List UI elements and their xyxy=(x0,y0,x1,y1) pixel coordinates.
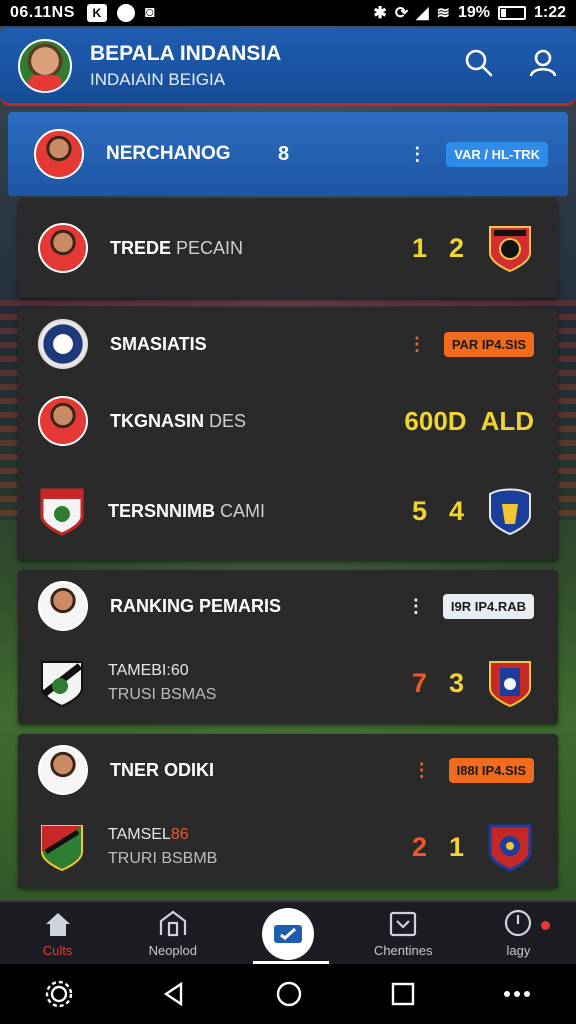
score-away: 3 xyxy=(448,667,464,698)
battery-percent: 19% xyxy=(457,4,490,21)
row-badge[interactable]: I9R IP4.RAB xyxy=(442,593,534,619)
detail-line-2: TRUSI BSMAS xyxy=(108,686,217,703)
score-home: 2 xyxy=(411,831,427,862)
row-label: TREDE PECAIN xyxy=(110,237,244,258)
score-home: 5 xyxy=(411,495,427,526)
team-crest-icon xyxy=(489,226,531,273)
featured-player-name: NERCHANOG xyxy=(106,143,231,164)
match-card[interactable]: SMASIATIS ⋮ PAR IP4.SIS TKGNASIN DES 600… xyxy=(18,308,558,560)
app-logo-avatar[interactable] xyxy=(18,38,72,93)
detail-line-1: TAMSEL86 xyxy=(108,826,189,843)
team-crest-icon xyxy=(488,824,532,872)
row-label: RANKING PEMARIS xyxy=(110,595,282,616)
bluetooth-icon: ✱ xyxy=(373,5,387,22)
match-details: TAMEBI:60 TRUSI BSMAS xyxy=(108,659,216,707)
search-icon[interactable] xyxy=(464,48,494,83)
nav-item-home[interactable]: Cults xyxy=(0,911,115,964)
app-header: BEPALA INDANSIA INDAIAIN BEIGIA xyxy=(0,28,576,106)
score-away: ALD xyxy=(480,405,534,436)
system-navigation-bar xyxy=(0,964,576,1024)
status-bar: 06.11NS K ◙ ✱ ⟳ ◢ ≋ 19% 1:22 xyxy=(0,0,576,26)
notification-circle-icon xyxy=(116,4,135,22)
header-titles: BEPALA INDANSIA INDAIAIN BEIGIA xyxy=(90,42,281,90)
detail-line-1: TAMEBI:60 xyxy=(108,662,189,679)
header-subtitle: INDAIAIN BEIGIA xyxy=(90,69,226,89)
score-away: 2 xyxy=(448,232,464,263)
list-item[interactable]: TAMSEL86 TRURI BSBMB 2 1 xyxy=(18,806,558,888)
team-crest-icon xyxy=(41,661,83,708)
list-item[interactable]: TNER ODIKI ⋮ I88I IP4.SIS xyxy=(18,734,558,806)
team-crest-icon xyxy=(40,488,84,536)
score-away: 4 xyxy=(448,495,464,526)
nav-item-neoplod[interactable]: Neoplod xyxy=(115,909,230,964)
score-away: 1 xyxy=(448,831,464,862)
featured-player-row[interactable]: NERCHANOG 8 ⋮ VAR / HL-TRK xyxy=(8,112,568,196)
team-crest-icon xyxy=(489,661,531,708)
league-logo-icon xyxy=(38,319,88,369)
list-item[interactable]: TERSNNIMB CAMI 5 4 xyxy=(18,462,558,560)
nav-label: Neoplod xyxy=(148,943,198,958)
player-avatar xyxy=(38,581,88,631)
more-options-icon[interactable]: ⋮ xyxy=(408,144,426,165)
back-icon[interactable] xyxy=(161,981,187,1007)
home-icon xyxy=(45,913,70,936)
nav-item-chentines[interactable]: Chentines xyxy=(346,911,461,964)
row-badge[interactable]: PAR IP4.SIS xyxy=(443,331,534,357)
clock-icon xyxy=(505,909,532,937)
settings-gear-icon[interactable] xyxy=(44,979,74,1009)
featured-badge[interactable]: VAR / HL-TRK xyxy=(446,141,548,167)
team-crest-icon xyxy=(41,825,83,872)
featured-player-number: 8 xyxy=(278,142,290,165)
score-home: 1 xyxy=(411,232,427,263)
profile-icon[interactable] xyxy=(528,48,558,83)
match-card[interactable]: TNER ODIKI ⋮ I88I IP4.SIS TAMSEL86 TRURI… xyxy=(18,734,558,888)
wifi-icon: ≋ xyxy=(436,5,450,22)
more-options-icon[interactable]: ⋮ xyxy=(407,596,425,617)
recents-icon[interactable] xyxy=(391,982,415,1006)
building-icon xyxy=(159,910,186,937)
header-title: BEPALA INDANSIA xyxy=(90,41,282,65)
player-avatar xyxy=(34,129,84,179)
inbox-icon xyxy=(390,911,417,937)
list-item[interactable]: SMASIATIS ⋮ PAR IP4.SIS xyxy=(18,308,558,380)
notification-dot xyxy=(541,921,551,930)
list-item[interactable]: RANKING PEMARIS ⋮ I9R IP4.RAB xyxy=(18,570,558,642)
signal-icon: ◢ xyxy=(416,5,429,22)
row-label: SMASIATIS xyxy=(110,333,207,354)
nav-label: Chentines xyxy=(373,943,433,958)
row-badge[interactable]: I88I IP4.SIS xyxy=(448,757,534,783)
sync-icon: ⟳ xyxy=(394,5,409,22)
match-card[interactable]: TREDE PECAIN 1 2 xyxy=(18,198,558,298)
player-avatar xyxy=(38,223,88,273)
team-crest-icon xyxy=(489,488,531,536)
nav-item-lagy[interactable]: lagy xyxy=(461,909,576,964)
row-label: TERSNNIMB CAMI xyxy=(108,500,266,521)
row-label: TKGNASIN DES xyxy=(110,410,247,431)
status-time: 06.11NS xyxy=(10,4,75,21)
row-label: TNER ODIKI xyxy=(110,759,215,780)
player-avatar xyxy=(38,396,88,446)
score-home: 7 xyxy=(411,667,427,698)
match-card[interactable]: RANKING PEMARIS ⋮ I9R IP4.RAB TAMEBI:60 … xyxy=(18,570,558,724)
home-button-icon[interactable] xyxy=(275,980,303,1008)
list-item[interactable]: TKGNASIN DES 600D ALD xyxy=(18,380,558,462)
more-dots-icon[interactable] xyxy=(502,988,532,1000)
list-item[interactable]: TAMEBI:60 TRUSI BSMAS 7 3 xyxy=(18,642,558,724)
detail-line-2: TRURI BSBMB xyxy=(108,850,218,867)
more-options-icon[interactable]: ⋮ xyxy=(408,334,426,355)
nav-label: lagy xyxy=(506,943,531,958)
match-details: TAMSEL86 TRURI BSBMB xyxy=(108,823,217,871)
list-item[interactable]: TREDE PECAIN 1 2 xyxy=(18,198,558,298)
player-avatar xyxy=(38,745,88,795)
nav-label: Cults xyxy=(42,943,73,958)
notification-camera-icon: ◙ xyxy=(144,4,155,21)
notification-app-icon: K xyxy=(86,4,107,22)
status-clock: 1:22 xyxy=(533,4,566,21)
score-home: 600D xyxy=(404,405,467,436)
more-options-icon[interactable]: ⋮ xyxy=(413,760,431,781)
bottom-navigation: Cults Neoplod Chentines lagy xyxy=(0,900,576,964)
ticket-icon xyxy=(274,925,302,943)
ticket-fab-button[interactable] xyxy=(262,908,314,960)
battery-icon xyxy=(497,6,526,20)
